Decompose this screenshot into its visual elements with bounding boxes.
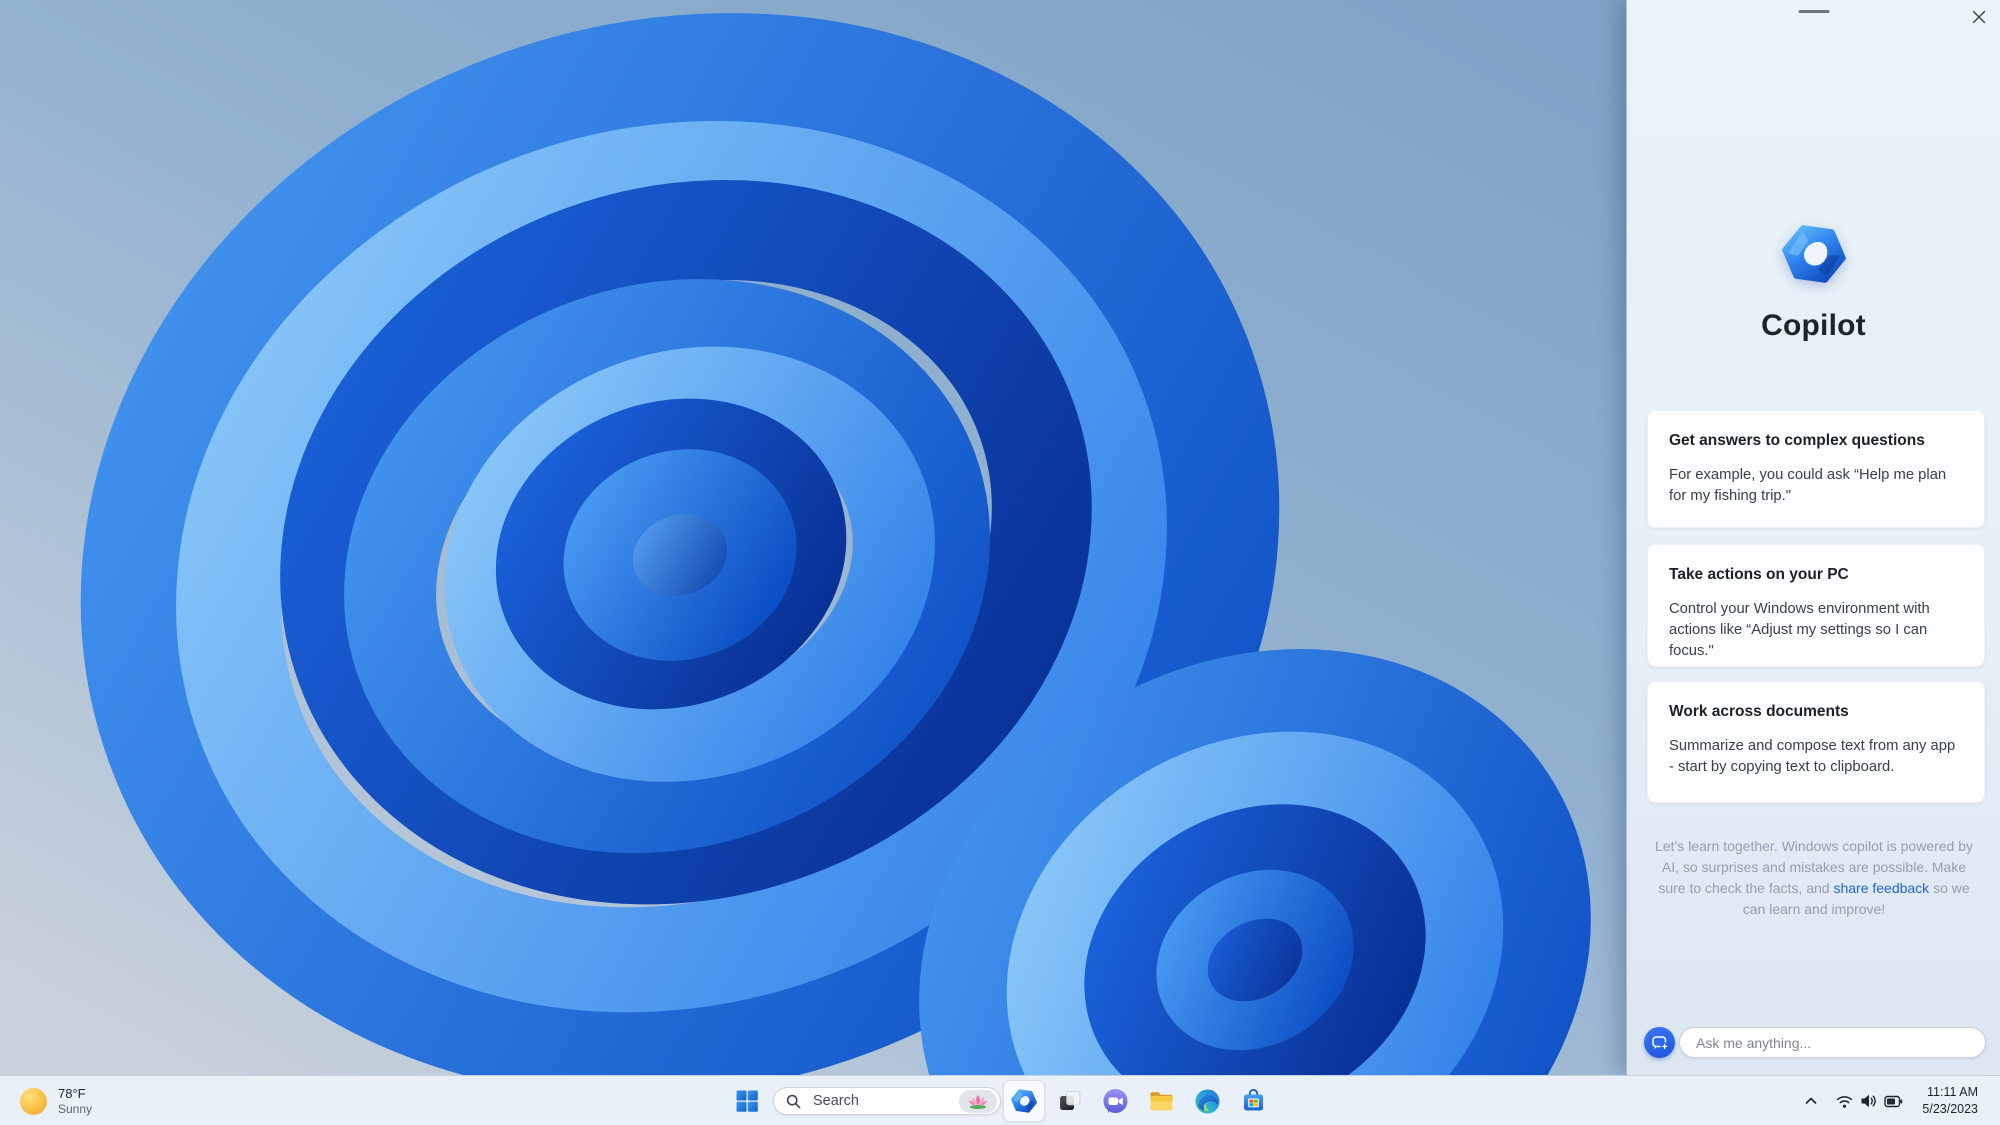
wifi-icon bbox=[1836, 1095, 1852, 1108]
card-body: Control your Windows environment with ac… bbox=[1669, 601, 1930, 659]
volume-button[interactable] bbox=[1856, 1089, 1880, 1113]
clock[interactable]: 11:11 AM 5/23/2023 bbox=[1890, 1084, 1978, 1118]
sun-icon bbox=[20, 1087, 47, 1115]
windows-start-icon bbox=[736, 1090, 758, 1112]
copilot-icon bbox=[1011, 1088, 1037, 1114]
taskbar-app-copilot[interactable] bbox=[1003, 1080, 1045, 1122]
taskbar-app-edge[interactable] bbox=[1186, 1080, 1228, 1122]
taskbar-app-chat[interactable] bbox=[1094, 1080, 1136, 1122]
chat-icon bbox=[1103, 1088, 1127, 1113]
weather-condition: Sunny bbox=[58, 1101, 93, 1116]
start-button[interactable] bbox=[726, 1080, 768, 1122]
show-hidden-icons-button[interactable] bbox=[1799, 1089, 1823, 1113]
panel-title: Copilot bbox=[1761, 309, 1866, 342]
taskbar-app-file-explorer[interactable] bbox=[1140, 1080, 1182, 1122]
new-topic-button[interactable] bbox=[1644, 1027, 1675, 1058]
card-body: Summarize and compose text from any app … bbox=[1669, 738, 1956, 775]
taskbar-app-task-view[interactable] bbox=[1049, 1080, 1091, 1122]
new-topic-icon bbox=[1651, 1035, 1669, 1050]
copilot-input[interactable] bbox=[1679, 1027, 1986, 1058]
search-input[interactable]: Search bbox=[773, 1087, 1001, 1115]
file-explorer-icon bbox=[1150, 1091, 1172, 1110]
minimize-icon[interactable] bbox=[1798, 10, 1829, 13]
search-placeholder: Search bbox=[813, 1093, 859, 1109]
tray-time: 11:11 AM bbox=[1927, 1085, 1978, 1099]
network-button[interactable] bbox=[1832, 1089, 1856, 1113]
card-title: Work across documents bbox=[1669, 703, 1849, 720]
task-view-icon bbox=[1060, 1091, 1081, 1110]
suggestion-card: Work across documents Summarize and comp… bbox=[1647, 681, 1985, 803]
desktop[interactable] bbox=[0, 0, 1628, 1075]
copilot-logo-icon bbox=[1782, 222, 1846, 286]
tray-date: 5/23/2023 bbox=[1922, 1102, 1978, 1116]
share-feedback-link[interactable]: share feedback bbox=[1833, 880, 1929, 896]
suggestion-card: Take actions on your PC Control your Win… bbox=[1647, 544, 1985, 667]
bloom-wallpaper bbox=[0, 0, 1628, 1075]
taskbar-app-store[interactable] bbox=[1232, 1080, 1274, 1122]
weather-temp: 78°F bbox=[58, 1085, 86, 1101]
screen: Copilot Get answers to complex questions… bbox=[0, 0, 2000, 1125]
search-highlight-chip bbox=[959, 1089, 997, 1113]
weather-widget[interactable]: 78°F Sunny bbox=[14, 1076, 98, 1125]
card-body: For example, you could ask “Help me plan… bbox=[1669, 467, 1947, 504]
volume-icon bbox=[1861, 1094, 1876, 1108]
close-icon[interactable] bbox=[1966, 5, 1992, 29]
search-icon bbox=[786, 1094, 801, 1108]
store-icon bbox=[1243, 1088, 1263, 1110]
copilot-panel: Copilot Get answers to complex questions… bbox=[1626, 0, 2000, 1075]
card-title: Take actions on your PC bbox=[1669, 566, 1849, 583]
edge-icon bbox=[1195, 1089, 1219, 1113]
lotus-highlight-icon bbox=[969, 1094, 987, 1109]
ai-disclaimer: Let’s learn together. Windows copilot is… bbox=[1654, 836, 1974, 920]
taskbar: 78°F Sunny Search 11:11 AM 5/23/2023 bbox=[0, 1075, 2000, 1125]
chevron-up-icon bbox=[1805, 1097, 1817, 1104]
card-title: Get answers to complex questions bbox=[1669, 432, 1925, 449]
suggestion-card: Get answers to complex questions For exa… bbox=[1647, 410, 1985, 528]
